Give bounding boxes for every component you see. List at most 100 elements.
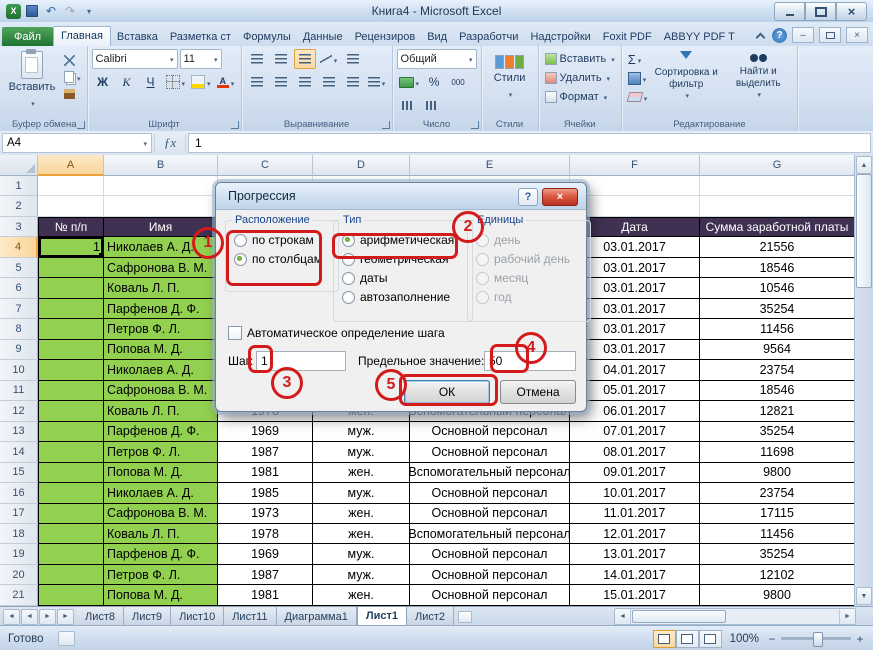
increase-indent-icon[interactable] — [342, 72, 364, 92]
cell-B12[interactable]: Коваль Л. П. — [104, 401, 218, 421]
row-header-4[interactable]: 4 — [0, 237, 38, 257]
dialog-help-button[interactable]: ? — [518, 188, 538, 206]
cell-C14[interactable]: 1987 — [218, 442, 313, 462]
previous-sheet-icon[interactable] — [21, 609, 38, 625]
cell-B6[interactable]: Коваль Л. П. — [104, 278, 218, 298]
clipboard-dialog-launcher-icon[interactable] — [77, 121, 85, 129]
cell-D19[interactable]: муж. — [313, 544, 410, 564]
cell-C19[interactable]: 1969 — [218, 544, 313, 564]
cell-F14[interactable]: 08.01.2017 — [570, 442, 700, 462]
delete-cells-button[interactable]: Удалить — [543, 68, 617, 87]
zoom-out-icon[interactable]: − — [767, 632, 777, 646]
column-header-G[interactable]: G — [700, 155, 855, 176]
row-header-11[interactable]: 11 — [0, 381, 38, 401]
align-right-icon[interactable] — [294, 72, 316, 92]
cell-F18[interactable]: 12.01.2017 — [570, 524, 700, 544]
ribbon-tab-0[interactable]: Файл — [2, 27, 53, 46]
macro-record-icon[interactable] — [58, 631, 75, 646]
workbook-restore-button[interactable] — [819, 27, 841, 43]
sheet-tab-3[interactable]: Лист11 — [224, 607, 276, 626]
row-header-6[interactable]: 6 — [0, 278, 38, 298]
cell-D20[interactable]: муж. — [313, 565, 410, 585]
row-header-3[interactable]: 3 — [0, 217, 38, 237]
cell-D17[interactable]: жен. — [313, 504, 410, 524]
cell-G7[interactable]: 35254 — [700, 299, 855, 319]
cell-A18[interactable] — [38, 524, 104, 544]
close-window-button[interactable] — [836, 2, 867, 21]
cell-G6[interactable]: 10546 — [700, 278, 855, 298]
cell-E13[interactable]: Основной персонал — [410, 422, 570, 442]
page-layout-view-icon[interactable] — [676, 630, 699, 648]
cell-C13[interactable]: 1969 — [218, 422, 313, 442]
cell-G5[interactable]: 18546 — [700, 258, 855, 278]
fill-button[interactable] — [626, 69, 650, 87]
cell-B20[interactable]: Петров Ф. Л. — [104, 565, 218, 585]
cell-A20[interactable] — [38, 565, 104, 585]
zoom-level[interactable]: 100% — [730, 633, 759, 645]
cell-A11[interactable] — [38, 381, 104, 401]
align-middle-icon[interactable] — [270, 49, 292, 69]
scroll-up-icon[interactable] — [856, 156, 872, 174]
cell-F9[interactable]: 03.01.2017 — [570, 340, 700, 360]
formula-input[interactable]: 1 — [188, 133, 871, 153]
cell-A2[interactable] — [38, 196, 104, 216]
cell-G2[interactable] — [700, 196, 855, 216]
cell-F2[interactable] — [570, 196, 700, 216]
cell-B5[interactable]: Сафронова В. М. — [104, 258, 218, 278]
row-header-19[interactable]: 19 — [0, 544, 38, 564]
cell-E15[interactable]: Вспомогательный персонал — [410, 463, 570, 483]
cell-G4[interactable]: 21556 — [700, 237, 855, 257]
workbook-close-button[interactable]: × — [846, 27, 868, 43]
clear-button[interactable] — [626, 88, 650, 106]
cell-F10[interactable]: 04.01.2017 — [570, 360, 700, 380]
row-header-17[interactable]: 17 — [0, 504, 38, 524]
excel-app-icon[interactable]: X — [6, 4, 21, 19]
autosum-button[interactable]: Σ — [626, 50, 650, 68]
cell-G11[interactable]: 18546 — [700, 381, 855, 401]
ribbon-tab-9[interactable]: Надстройки — [524, 27, 596, 46]
merge-center-icon[interactable] — [366, 72, 388, 92]
scroll-down-icon[interactable] — [856, 587, 872, 605]
cell-B10[interactable]: Николаев А. Д. — [104, 360, 218, 380]
cell-F16[interactable]: 10.01.2017 — [570, 483, 700, 503]
cell-A4[interactable]: 1 — [38, 237, 104, 257]
help-icon[interactable]: ? — [772, 28, 787, 43]
column-header-F[interactable]: F — [570, 155, 700, 176]
cell-E14[interactable]: Основной персонал — [410, 442, 570, 462]
undo-icon[interactable] — [43, 4, 59, 19]
sheet-tab-4[interactable]: Диаграмма1 — [277, 607, 357, 626]
cell-C16[interactable]: 1985 — [218, 483, 313, 503]
cell-G13[interactable]: 35254 — [700, 422, 855, 442]
cell-E17[interactable]: Основной персонал — [410, 504, 570, 524]
cell-G17[interactable]: 17115 — [700, 504, 855, 524]
row-header-5[interactable]: 5 — [0, 258, 38, 278]
cell-F8[interactable]: 03.01.2017 — [570, 319, 700, 339]
cell-G18[interactable]: 11456 — [700, 524, 855, 544]
cell-B13[interactable]: Парфенов Д. Ф. — [104, 422, 218, 442]
maximize-button[interactable] — [805, 2, 836, 21]
borders-icon[interactable] — [164, 72, 188, 92]
ribbon-tab-7[interactable]: Вид — [421, 27, 453, 46]
cell-D16[interactable]: муж. — [313, 483, 410, 503]
sheet-tab-2[interactable]: Лист10 — [171, 607, 224, 626]
fill-color-icon[interactable] — [189, 72, 213, 92]
ribbon-tab-10[interactable]: Foxit PDF — [597, 27, 658, 46]
ribbon-tab-2[interactable]: Вставка — [111, 27, 164, 46]
next-sheet-icon[interactable] — [39, 609, 56, 625]
row-header-8[interactable]: 8 — [0, 319, 38, 339]
cell-A19[interactable] — [38, 544, 104, 564]
cell-B9[interactable]: Попова М. Д. — [104, 340, 218, 360]
paste-button[interactable]: Вставить — [6, 49, 58, 111]
cell-A3[interactable]: № п/п — [38, 217, 104, 237]
cell-B15[interactable]: Попова М. Д. — [104, 463, 218, 483]
auto-step-checkbox[interactable]: Автоматическое определение шага — [228, 326, 445, 340]
format-cells-button[interactable]: Формат — [543, 87, 617, 106]
scroll-right-icon[interactable] — [839, 609, 855, 624]
cell-A1[interactable] — [38, 176, 104, 196]
ribbon-tab-5[interactable]: Данные — [297, 27, 349, 46]
cell-B16[interactable]: Николаев А. Д. — [104, 483, 218, 503]
cell-D21[interactable]: жен. — [313, 585, 410, 605]
comma-style-icon[interactable]: 000 — [447, 72, 469, 92]
column-header-B[interactable]: B — [104, 155, 218, 176]
cell-B19[interactable]: Парфенов Д. Ф. — [104, 544, 218, 564]
